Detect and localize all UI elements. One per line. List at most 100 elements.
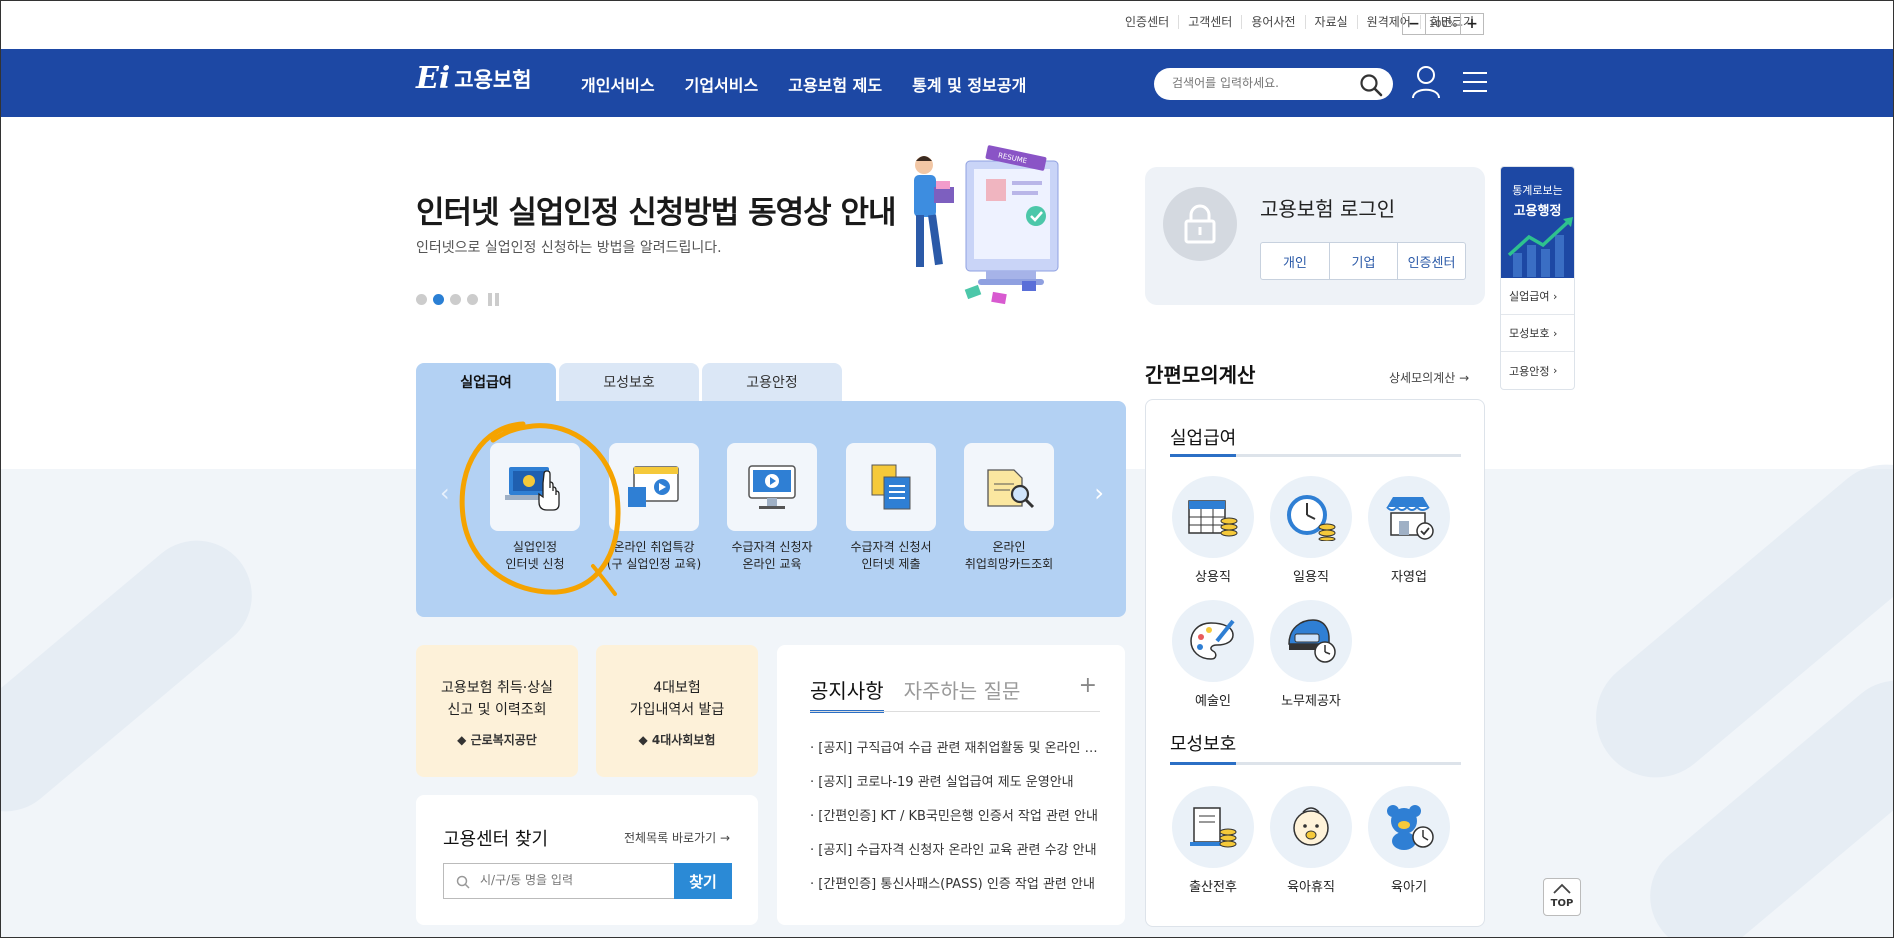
calc-item-parental-leave[interactable]: 육아휴직 [1270, 786, 1352, 895]
hero-title[interactable]: 인터넷 실업인정 신청방법 동영상 안내 [416, 187, 896, 232]
menu-system[interactable]: 고용보험 제도 [788, 72, 882, 96]
slide-dot[interactable] [467, 294, 478, 305]
notice-item[interactable]: · [공지] 구직급여 수급 관련 재취업활동 및 온라인 교육 안내 [810, 737, 1100, 771]
service-item-online-education[interactable]: 수급자격 신청자 온라인 교육 [727, 443, 817, 573]
top-label: TOP [1550, 898, 1574, 909]
login-corporate-button[interactable]: 기업 [1329, 243, 1397, 279]
util-link-cert[interactable]: 인증센터 [1116, 15, 1178, 29]
zoom-value: 100% [1425, 14, 1461, 34]
section-underline [1170, 454, 1461, 457]
hero-subtitle: 인터넷으로 실업인정 신청하는 방법을 알려드립니다. [416, 240, 722, 256]
search-icon[interactable] [1359, 73, 1383, 101]
logo-mark: Ei [416, 61, 451, 96]
calc-item-self-employed[interactable]: 자영업 [1368, 476, 1450, 585]
service-label: 수급자격 신청자 온라인 교육 [731, 540, 813, 571]
calc-item-label: 출산전후 [1189, 880, 1237, 895]
notice-item[interactable]: · [공지] 수급자격 신청자 온라인 교육 관련 수강 안내 [810, 839, 1100, 873]
center-title: 고용센터 찾기 [443, 829, 549, 850]
slide-dot-active[interactable] [433, 294, 444, 305]
side-item-unemployment[interactable]: 실업급여 › [1501, 278, 1574, 315]
section-underline [1170, 762, 1461, 765]
scroll-top-button[interactable]: TOP [1543, 878, 1581, 916]
calc-item-daily[interactable]: 일용직 [1270, 476, 1352, 585]
more-plus-icon[interactable]: + [1079, 673, 1097, 698]
section-title-unemployment: 실업급여 [1170, 428, 1237, 449]
store-icon [1368, 476, 1450, 558]
side-item-label: 모성보호 [1509, 327, 1550, 340]
login-cert-button[interactable]: 인증센터 [1397, 243, 1465, 279]
hero-illustration: RESUME [886, 141, 1076, 315]
calculator-title: 간편모의계산 [1145, 363, 1256, 387]
center-search-button[interactable]: 찾기 [674, 863, 732, 899]
search-input[interactable] [1172, 76, 1352, 90]
clock-coins-icon [1270, 476, 1352, 558]
calc-item-service-provider[interactable]: 노무제공자 [1270, 600, 1352, 709]
notice-item[interactable]: · [간편인증] KT / KB국민은행 인증서 작업 관련 안내 [810, 805, 1100, 839]
login-box: 고용보험 로그인 개인 기업 인증센터 [1145, 167, 1485, 305]
side-top-line1: 통계로보는 [1512, 184, 1563, 197]
menu-personal[interactable]: 개인서비스 [581, 72, 655, 96]
card-insurance-history[interactable]: 고용보험 취득·상실 신고 및 이력조회 ◆ 근로복지공단 [416, 645, 578, 777]
slide-indicator [416, 293, 499, 306]
calc-item-childbirth[interactable]: 출산전후 [1172, 786, 1254, 895]
card-org-label: 4대사회보험 [651, 733, 716, 747]
documents-icon [846, 443, 936, 531]
notice-item[interactable]: · [공지] 코로나-19 관련 실업급여 제도 운영안내 [810, 771, 1100, 805]
service-item-submit-application[interactable]: 수급자격 신청서 인터넷 제출 [846, 443, 936, 573]
calc-link-label: 상세모의계산 [1389, 371, 1456, 385]
notice-board: 공지사항 자주하는 질문 + · [공지] 구직급여 수급 관련 재취업활동 및… [777, 645, 1125, 925]
slide-dot[interactable] [450, 294, 461, 305]
center-search-input[interactable] [480, 873, 660, 887]
side-quick-menu: 통계로보는 고용행정 실업급여 › 모성보호 › 고용안정 › [1500, 166, 1575, 390]
helmet-clock-icon [1270, 600, 1352, 682]
site-logo[interactable]: Ei 고용보험 [416, 61, 532, 96]
detailed-calculator-link[interactable]: 상세모의계산 → [1389, 369, 1469, 386]
tab-faq[interactable]: 자주하는 질문 [904, 675, 1021, 713]
util-link-archive[interactable]: 자료실 [1304, 15, 1357, 29]
page: 인증센터 고객센터 용어사전 자료실 원격제어 화면크기 − 100% + Ei… [0, 0, 1894, 938]
notice-item-text: [간편인증] KT / KB국민은행 인증서 작업 관련 안내 [818, 809, 1098, 824]
util-link-customer[interactable]: 고객센터 [1178, 15, 1241, 29]
tab-notices[interactable]: 공지사항 [810, 675, 884, 713]
monitor-play-icon [727, 443, 817, 531]
tab-unemployment[interactable]: 실업급여 [416, 363, 556, 401]
calc-item-regular[interactable]: 상용직 [1172, 476, 1254, 585]
menu-corporate[interactable]: 기업서비스 [685, 72, 759, 96]
card-4insurance-certificate[interactable]: 4대보험 가입내역서 발급 ◆ 4대사회보험 [596, 645, 758, 777]
login-personal-button[interactable]: 개인 [1261, 243, 1329, 279]
calc-item-childcare[interactable]: 육아기 [1368, 786, 1450, 895]
pause-icon[interactable] [488, 293, 499, 306]
highlight-circle-annotation [459, 421, 621, 596]
side-item-maternity[interactable]: 모성보호 › [1501, 315, 1574, 352]
service-tabs: 실업급여 모성보호 고용안정 [416, 363, 842, 401]
notice-item-text: [공지] 수급자격 신청자 온라인 교육 관련 수강 안내 [818, 843, 1097, 858]
notice-item-text: [간편인증] 통신사패스(PASS) 인증 작업 관련 안내 [818, 877, 1095, 892]
side-statistics-banner[interactable]: 통계로보는 고용행정 [1501, 167, 1574, 278]
zoom-out-button[interactable]: − [1403, 14, 1425, 34]
calc-item-label: 노무제공자 [1281, 694, 1341, 709]
tab-stability[interactable]: 고용안정 [702, 363, 842, 401]
card-search-icon [964, 443, 1054, 531]
zoom-control: − 100% + [1402, 13, 1484, 35]
side-item-label: 실업급여 [1509, 290, 1550, 303]
util-link-glossary[interactable]: 용어사전 [1241, 15, 1304, 29]
service-item-hope-card[interactable]: 온라인 취업희망카드조회 [964, 443, 1054, 573]
user-icon[interactable] [1411, 65, 1441, 103]
menu-statistics[interactable]: 통계 및 정보공개 [912, 72, 1026, 96]
calc-item-artist[interactable]: 예술인 [1172, 600, 1254, 709]
calculator-box: 실업급여 상용직 일용직 자영업 예술인 노무제공자 모성보호 출산전후 육아휴… [1145, 399, 1485, 927]
menu-hamburger-icon[interactable] [1462, 70, 1488, 98]
prev-arrow-icon[interactable]: ‹ [440, 479, 450, 507]
logo-text: 고용보험 [454, 67, 532, 92]
utility-bar: 인증센터 고객센터 용어사전 자료실 원격제어 화면크기 − 100% + [1, 1, 1893, 49]
next-arrow-icon[interactable]: › [1094, 479, 1104, 507]
baby-icon [1270, 786, 1352, 868]
zoom-in-button[interactable]: + [1461, 14, 1483, 34]
notice-item[interactable]: · [간편인증] 통신사패스(PASS) 인증 작업 관련 안내 [810, 873, 1100, 907]
palette-icon [1172, 600, 1254, 682]
side-item-stability[interactable]: 고용안정 › [1501, 352, 1574, 389]
notice-item-text: [공지] 구직급여 수급 관련 재취업활동 및 온라인 교육 안내 [818, 741, 1100, 756]
tab-maternity[interactable]: 모성보호 [559, 363, 699, 401]
slide-dot[interactable] [416, 294, 427, 305]
center-list-link[interactable]: 전체목록 바로가기 → [624, 829, 730, 846]
